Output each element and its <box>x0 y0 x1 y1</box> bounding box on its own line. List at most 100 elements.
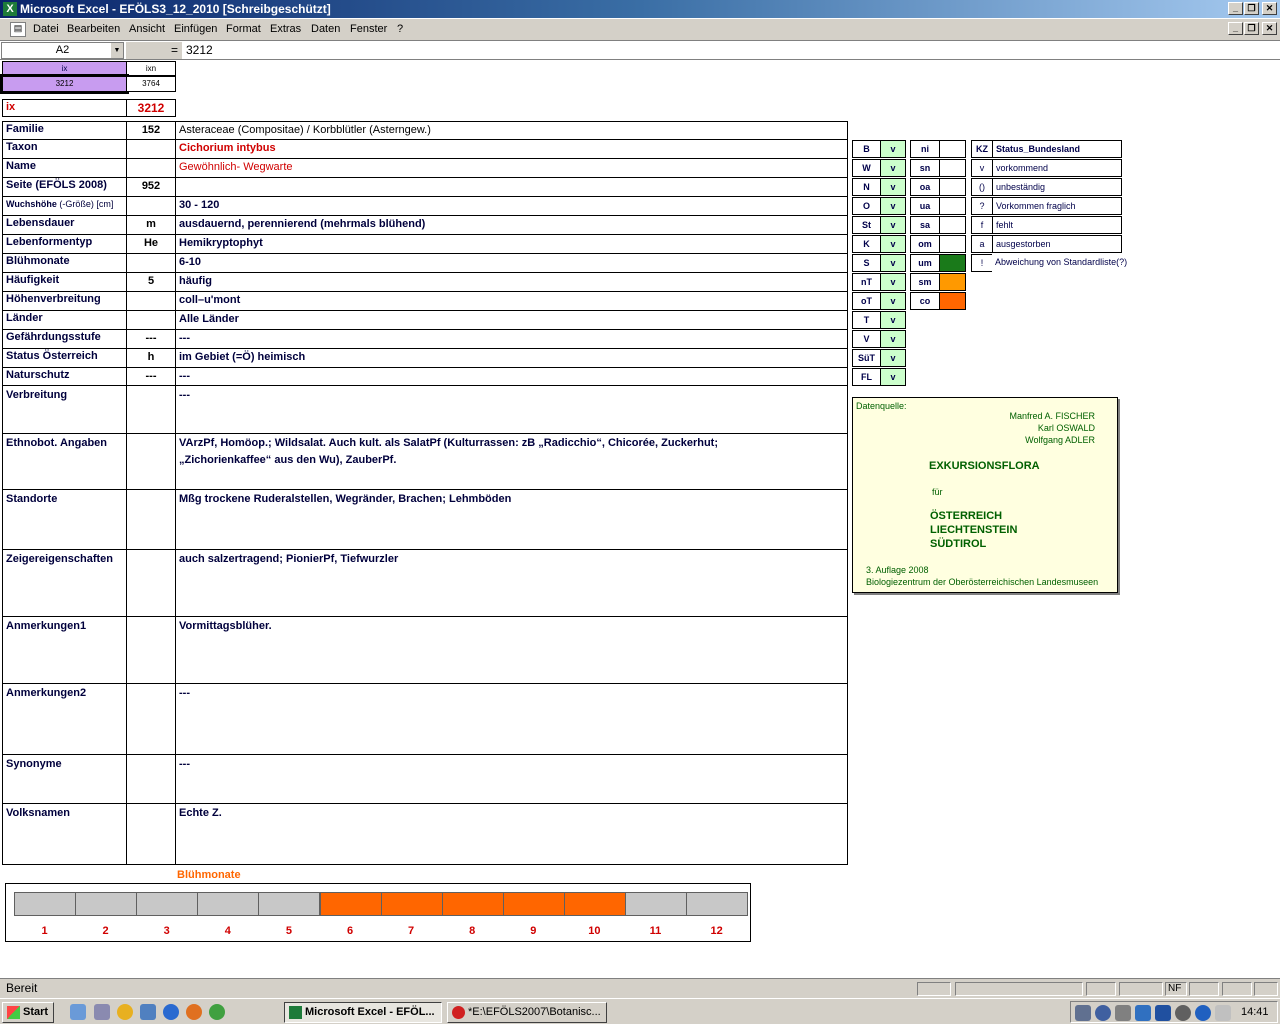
row-value[interactable]: Gewöhnlich- Wegwarte <box>175 158 848 178</box>
row-value[interactable]: Alle Länder <box>175 310 848 330</box>
tray-icon[interactable] <box>1075 1005 1091 1021</box>
restore-button[interactable]: ❐ <box>1244 2 1259 15</box>
close-button[interactable]: ✕ <box>1262 2 1277 15</box>
text-row-code[interactable] <box>126 683 176 755</box>
state-value[interactable]: v <box>880 159 906 177</box>
row-code[interactable]: m <box>126 215 176 235</box>
text-row-code[interactable] <box>126 754 176 804</box>
menu-help[interactable]: ? <box>397 23 403 35</box>
cell-ix-value[interactable]: 3212 <box>0 74 129 94</box>
row-value[interactable] <box>175 177 848 197</box>
tray-icon[interactable] <box>1115 1005 1131 1021</box>
start-button[interactable]: Start <box>2 1002 54 1023</box>
state-value[interactable]: v <box>880 254 906 272</box>
row-code[interactable] <box>126 158 176 178</box>
doc-close-button[interactable]: ✕ <box>1262 22 1277 35</box>
row-code[interactable] <box>126 253 176 273</box>
menu-daten[interactable]: Daten <box>311 23 340 35</box>
ix-value[interactable]: 3212 <box>126 99 176 117</box>
media-player-icon[interactable] <box>117 1004 133 1020</box>
doc-minimize-button[interactable]: _ <box>1228 22 1243 35</box>
menu-einfuegen[interactable]: Einfügen <box>174 23 217 35</box>
menu-bearbeiten[interactable]: Bearbeiten <box>67 23 120 35</box>
row-value[interactable]: 6-10 <box>175 253 848 273</box>
state-value[interactable]: v <box>880 235 906 253</box>
menu-ansicht[interactable]: Ansicht <box>129 23 165 35</box>
state-value[interactable]: v <box>880 216 906 234</box>
formula-input[interactable]: 3212 <box>186 43 213 57</box>
row-code[interactable] <box>126 139 176 159</box>
text-row-value[interactable]: auch salzertragend; PionierPf, Tiefwurzl… <box>175 549 848 617</box>
volume-icon[interactable] <box>1215 1005 1231 1021</box>
row-code[interactable]: He <box>126 234 176 254</box>
text-row-code[interactable] <box>126 803 176 865</box>
row-code[interactable]: --- <box>126 329 176 349</box>
text-row-value[interactable]: Vormittagsblüher. <box>175 616 848 684</box>
task-excel[interactable]: Microsoft Excel - EFÖL... <box>284 1002 442 1023</box>
network-icon[interactable] <box>140 1004 156 1020</box>
shield-icon[interactable] <box>1155 1005 1171 1021</box>
altitude-swatch[interactable] <box>939 292 966 310</box>
altitude-swatch[interactable] <box>939 273 966 291</box>
excel-icon[interactable]: X <box>3 2 17 16</box>
text-row-value[interactable]: VArzPf, Homöop.; Wildsalat. Auch kult. a… <box>175 433 848 490</box>
bluetooth-icon[interactable] <box>1135 1005 1151 1021</box>
menu-fenster[interactable]: Fenster <box>350 23 387 35</box>
cell-ixn-value[interactable]: 3764 <box>126 76 176 92</box>
state-value[interactable]: v <box>880 292 906 310</box>
row-code[interactable]: h <box>126 348 176 368</box>
text-row-value[interactable]: --- <box>175 683 848 755</box>
altitude-swatch[interactable] <box>939 216 966 234</box>
explorer-icon[interactable] <box>94 1004 110 1020</box>
menu-format[interactable]: Format <box>226 23 261 35</box>
menu-datei[interactable]: Datei <box>33 23 59 35</box>
chevron-down-icon[interactable]: ▼ <box>111 43 123 58</box>
text-row-value[interactable]: --- <box>175 385 848 434</box>
text-row-code[interactable] <box>126 433 176 490</box>
text-row-code[interactable] <box>126 489 176 550</box>
state-value[interactable]: v <box>880 140 906 158</box>
menu-extras[interactable]: Extras <box>270 23 301 35</box>
row-value[interactable]: Asteraceae (Compositae) / Korbblütler (A… <box>175 121 848 140</box>
altitude-swatch[interactable] <box>939 235 966 253</box>
altitude-swatch[interactable] <box>939 140 966 158</box>
text-row-value[interactable]: Echte Z. <box>175 803 848 865</box>
search-icon[interactable] <box>1095 1005 1111 1021</box>
tray-icon[interactable] <box>1175 1005 1191 1021</box>
row-code[interactable]: 152 <box>126 121 176 140</box>
info-icon[interactable] <box>1195 1005 1211 1021</box>
text-row-code[interactable] <box>126 549 176 617</box>
row-code[interactable] <box>126 291 176 311</box>
altitude-swatch[interactable] <box>939 254 966 272</box>
firefox-icon[interactable] <box>186 1004 202 1020</box>
row-code[interactable]: --- <box>126 367 176 387</box>
row-value[interactable]: Hemikryptophyt <box>175 234 848 254</box>
row-value[interactable]: 30 - 120 <box>175 196 848 216</box>
task-editor[interactable]: *E:\EFÖLS2007\Botanisc... <box>447 1002 607 1023</box>
show-desktop-icon[interactable] <box>70 1004 86 1020</box>
ie-icon[interactable] <box>163 1004 179 1020</box>
state-value[interactable]: v <box>880 311 906 329</box>
minimize-button[interactable]: _ <box>1228 2 1243 15</box>
row-value[interactable]: coll–u'mont <box>175 291 848 311</box>
state-value[interactable]: v <box>880 197 906 215</box>
text-row-value[interactable]: --- <box>175 754 848 804</box>
row-code[interactable] <box>126 310 176 330</box>
state-value[interactable]: v <box>880 178 906 196</box>
state-value[interactable]: v <box>880 273 906 291</box>
row-value[interactable]: häufig <box>175 272 848 292</box>
state-value[interactable]: v <box>880 349 906 367</box>
row-code[interactable]: 952 <box>126 177 176 197</box>
text-row-value[interactable]: Mßg trockene Ruderalstellen, Wegränder, … <box>175 489 848 550</box>
state-value[interactable]: v <box>880 330 906 348</box>
altitude-swatch[interactable] <box>939 197 966 215</box>
state-value[interactable]: v <box>880 368 906 386</box>
doc-restore-button[interactable]: ❐ <box>1244 22 1259 35</box>
workbook-icon[interactable]: ▤ <box>10 22 26 37</box>
row-value[interactable]: --- <box>175 367 848 387</box>
row-value[interactable]: im Gebiet (=Ö) heimisch <box>175 348 848 368</box>
row-value[interactable]: --- <box>175 329 848 349</box>
text-row-code[interactable] <box>126 385 176 434</box>
row-code[interactable]: 5 <box>126 272 176 292</box>
row-value[interactable]: ausdauernd, perennierend (mehrmals blühe… <box>175 215 848 235</box>
